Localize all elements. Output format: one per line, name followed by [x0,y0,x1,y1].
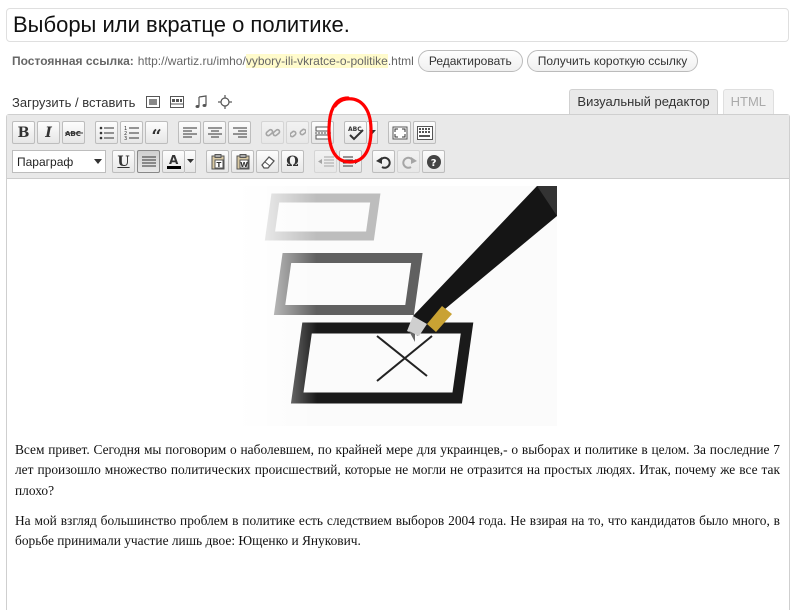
svg-text:A: A [169,154,179,167]
permalink-row: Постоянная ссылка: http://wartiz.ru/imho… [12,50,699,72]
strikethrough-button[interactable]: ABC [62,121,85,144]
permalink-base: http://wartiz.ru/imho/ [137,54,246,68]
editor-content[interactable]: Всем привет. Сегодня мы поговорим о набо… [7,180,789,610]
video-icon[interactable] [169,94,185,110]
content-paragraph[interactable]: Всем привет. Сегодня мы поговорим о набо… [15,440,780,501]
svg-text:?: ? [430,158,436,169]
chevron-down-icon [94,159,102,164]
text-color-button[interactable]: A [162,150,185,173]
checkbox-ballot-image[interactable] [237,186,557,426]
audio-icon[interactable] [193,94,209,110]
tab-visual[interactable]: Визуальный редактор [569,89,718,115]
unlink-button[interactable] [286,121,309,144]
align-left-button[interactable] [178,121,201,144]
toolbar-row-1: B I ABC 123 “ ABC [12,119,789,146]
justify-button[interactable] [137,150,160,173]
format-select-value: Параграф [17,154,74,169]
media-buttons: Загрузить / вставить [12,92,241,112]
editor-tabs: Визуальный редактор HTML [564,89,774,115]
underline-button[interactable]: U [112,150,135,173]
remove-format-button[interactable] [256,150,279,173]
fullscreen-button[interactable] [388,121,411,144]
editor-toolbar: B I ABC 123 “ ABC Параграф U A T W Ω ? [7,115,789,179]
media-icon[interactable] [217,94,233,110]
link-button[interactable] [261,121,284,144]
help-button[interactable]: ? [422,150,445,173]
svg-text:3: 3 [124,136,127,140]
content-paragraph[interactable]: На мой взгляд большинство проблем в поли… [15,511,780,552]
editor: B I ABC 123 “ ABC Параграф U A T W Ω ? В… [6,114,790,610]
permalink-label: Постоянная ссылка: [12,54,134,68]
paste-word-button[interactable]: W [231,150,254,173]
toolbar-row-2: Параграф U A T W Ω ? [12,148,789,175]
annotation-circle [327,96,373,164]
format-select[interactable]: Параграф [12,150,106,173]
svg-text:T: T [216,161,221,169]
permalink-suffix: .html [387,54,414,68]
upload-insert-label: Загрузить / вставить [12,94,136,110]
text-color-dropdown[interactable] [185,150,196,173]
permalink-slug[interactable]: vybory-ili-vkratce-o-politike [245,54,388,68]
kitchen-sink-button[interactable] [413,121,436,144]
image-icon[interactable] [145,94,161,110]
paste-text-button[interactable]: T [206,150,229,173]
get-shortlink-button[interactable]: Получить короткую ссылку [526,50,699,72]
svg-text:ABC: ABC [65,130,81,138]
post-title-input[interactable]: Выборы или вкратце о политике. [6,8,789,42]
svg-text:W: W [240,161,248,169]
italic-button[interactable]: I [37,121,60,144]
blockquote-button[interactable]: “ [145,121,168,145]
align-center-button[interactable] [203,121,226,144]
numbered-list-button[interactable]: 123 [120,121,143,144]
edit-permalink-button[interactable]: Редактировать [417,50,523,72]
tab-html[interactable]: HTML [722,89,774,115]
bullet-list-button[interactable] [95,121,118,144]
redo-button[interactable] [397,150,420,173]
special-char-button[interactable]: Ω [281,150,304,173]
align-right-button[interactable] [228,121,251,144]
undo-button[interactable] [372,150,395,173]
bold-button[interactable]: B [12,121,35,144]
